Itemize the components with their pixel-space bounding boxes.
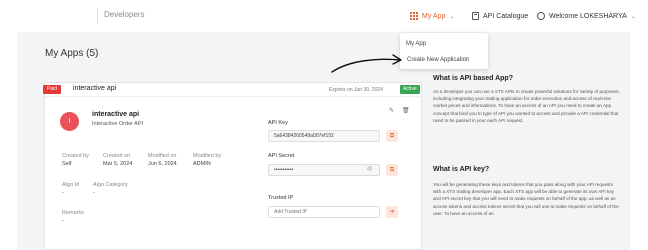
trusted-ip-label: Trusted IP <box>268 195 294 201</box>
grid-icon <box>410 12 418 20</box>
nav-my-app-label: My App <box>422 12 446 20</box>
info-heading-api-key: What is API key? <box>433 166 490 173</box>
page-title: My Apps (5) <box>45 48 99 59</box>
app-type: Interactive Order API <box>92 121 144 127</box>
chevron-down-icon: ⌄ <box>449 13 455 20</box>
user-icon <box>537 12 545 20</box>
brand-divider <box>97 8 98 24</box>
info-heading-api-app: What is API based App? <box>433 75 513 82</box>
algo-category-label: Algo Category <box>93 182 128 188</box>
app-name: interactive api <box>92 111 140 118</box>
nav-user-label: Welcome LOKESHARYA <box>549 12 627 20</box>
modified-by-label: Modified by <box>193 153 222 159</box>
dropdown-item-my-app[interactable]: My App <box>406 41 426 47</box>
copy-icon[interactable]: ⧉ <box>386 164 398 176</box>
chevron-down-icon: ⌄ <box>630 13 636 20</box>
book-icon <box>472 12 479 20</box>
app-card-title[interactable]: interactive api <box>73 85 116 92</box>
api-secret-field[interactable]: ••••••••••• <box>268 164 380 176</box>
created-by-value: Self <box>62 161 72 167</box>
algo-category-value: - <box>93 190 95 196</box>
eye-off-icon[interactable]: ◎ <box>367 165 372 172</box>
modified-on-value: Jun 6, 2024 <box>148 161 177 167</box>
modified-by-value: ADMIN <box>193 161 211 167</box>
algo-id-value: - <box>62 190 64 196</box>
nav-user-menu[interactable]: Welcome LOKESHARYA ⌄ <box>537 9 636 23</box>
status-badge: Active <box>400 85 420 94</box>
trusted-ip-input[interactable] <box>268 206 380 218</box>
edit-icon[interactable]: ✎ <box>389 107 394 114</box>
api-secret-label: API Secret <box>268 153 295 159</box>
my-app-dropdown: My App Create New Application <box>400 33 488 69</box>
nav-my-app[interactable]: My App ⌄ <box>410 9 454 23</box>
created-by-label: Created by <box>62 153 89 159</box>
copy-icon[interactable]: ⧉ <box>386 130 398 142</box>
remarks-value: - <box>62 218 64 224</box>
brand-developers[interactable]: Developers <box>104 10 144 19</box>
info-text-api-app: As a developer you can use a XTS APIs to… <box>433 89 620 123</box>
delete-icon[interactable]: 🗑 <box>402 107 410 114</box>
info-text-api-key: You will be generating these keys and to… <box>433 182 619 216</box>
arrow-right-icon[interactable]: ➔ <box>386 206 398 218</box>
api-key-field[interactable]: 5a64384260549a007ef192 <box>268 130 380 142</box>
remarks-label: Remarks <box>62 210 85 216</box>
expiry-text: Expires on Jun 30, 2024 <box>329 87 383 93</box>
created-on-label: Created on <box>103 153 131 159</box>
dropdown-item-create-new-application[interactable]: Create New Application <box>407 57 469 63</box>
top-navbar: Developers My App ⌄ API Catalogue Welcom… <box>0 0 648 32</box>
app-card: Paid interactive api Expires on Jun 30, … <box>43 82 423 250</box>
nav-api-catalogue[interactable]: API Catalogue <box>472 9 528 23</box>
modified-on-label: Modified on <box>148 153 177 159</box>
created-on-value: Mar 5, 2024 <box>103 161 133 167</box>
nav-api-catalogue-label: API Catalogue <box>483 12 529 20</box>
avatar: I <box>60 112 79 131</box>
api-key-label: API Key <box>268 120 288 126</box>
algo-id-label: Algo Id <box>62 182 80 188</box>
paid-badge: Paid <box>43 85 62 94</box>
